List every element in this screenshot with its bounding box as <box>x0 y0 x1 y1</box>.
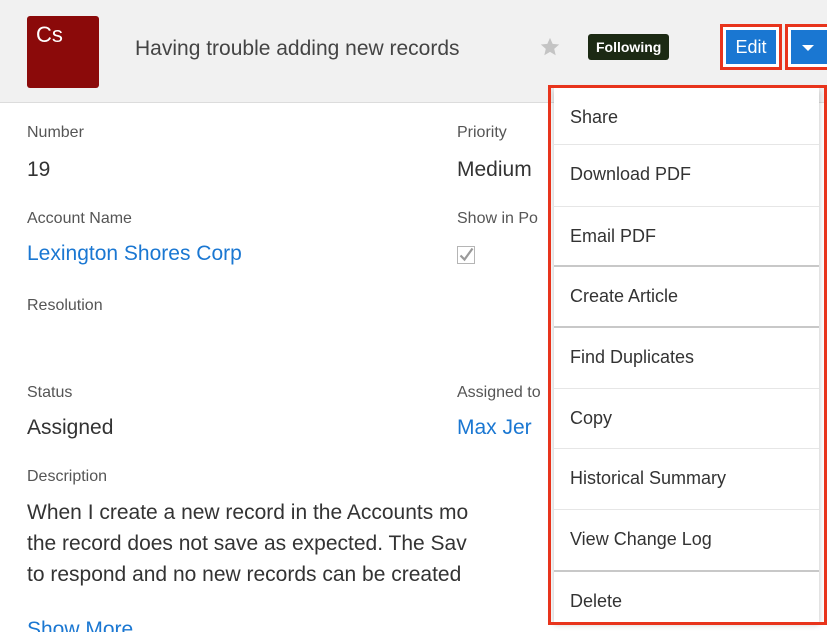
priority-label: Priority <box>457 124 507 141</box>
assigned-to-label: Assigned to <box>457 384 541 401</box>
caret-down-icon <box>802 45 814 51</box>
number-label: Number <box>27 124 84 141</box>
record-view: Cs Having trouble adding new records Fol… <box>0 0 827 632</box>
resolution-label: Resolution <box>27 297 103 314</box>
following-badge[interactable]: Following <box>588 34 670 60</box>
account-name-link[interactable]: Lexington Shores Corp <box>27 242 242 266</box>
priority-value: Medium <box>457 158 532 181</box>
account-name-label: Account Name <box>27 210 132 227</box>
show-in-portal-label: Show in Po <box>457 210 538 227</box>
actions-dropdown-fill <box>791 30 827 64</box>
status-value: Assigned <box>27 416 114 439</box>
checkbox-checked-icon <box>457 246 475 264</box>
description-line: the record does not save as expected. Th… <box>27 532 467 555</box>
page-title: Having trouble adding new records <box>135 37 460 60</box>
edit-button[interactable]: Edit <box>720 24 782 70</box>
actions-dropdown-button[interactable] <box>785 24 827 70</box>
star-icon[interactable] <box>539 36 561 58</box>
avatar: Cs <box>27 16 99 88</box>
status-label: Status <box>27 384 73 401</box>
edit-button-label: Edit <box>726 30 776 64</box>
description-line: When I create a new record in the Accoun… <box>27 501 469 524</box>
show-more-link[interactable]: Show More <box>27 618 133 632</box>
assigned-to-link[interactable]: Max Jer <box>457 416 532 440</box>
number-value: 19 <box>27 158 51 181</box>
menu-highlight-box <box>548 85 827 625</box>
description-label: Description <box>27 468 108 485</box>
description-line: to respond and no new records can be cre… <box>27 563 462 586</box>
description-text: When I create a new record in the Accoun… <box>27 497 547 590</box>
